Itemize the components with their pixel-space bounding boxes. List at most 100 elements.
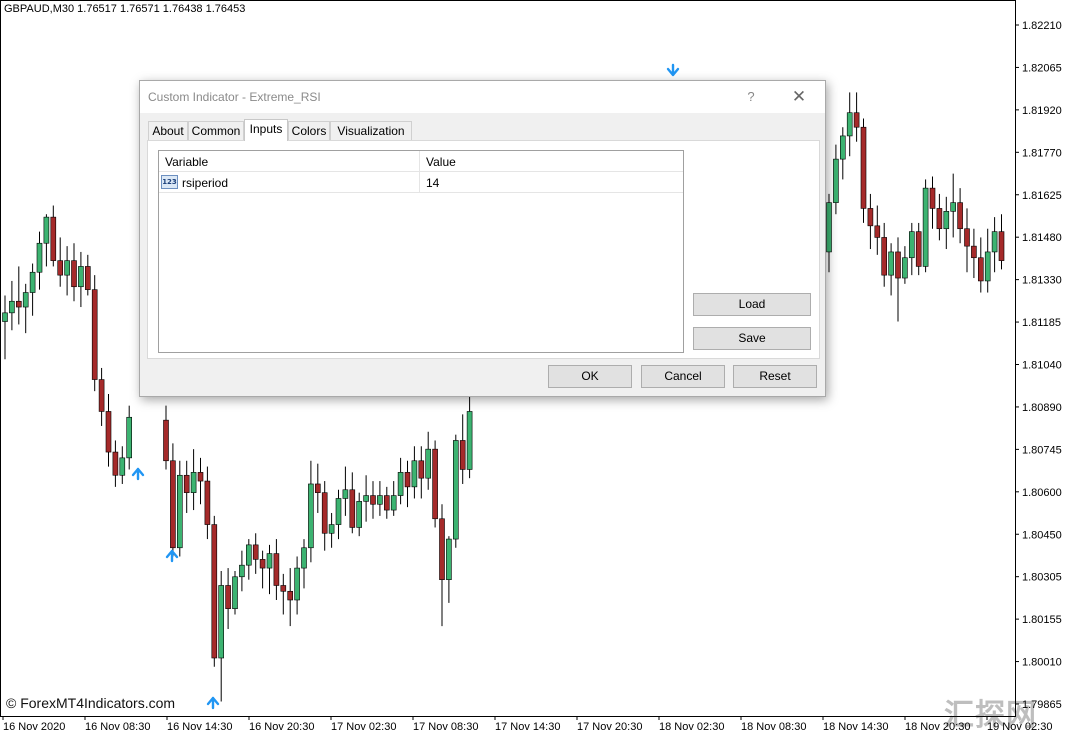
column-header-variable[interactable]: Variable (165, 155, 208, 169)
inputs-grid[interactable]: Variable Value 123 rsiperiod 14 (158, 150, 684, 353)
row-variable-name: rsiperiod (182, 176, 229, 190)
candle-body (459, 440, 466, 470)
candle-body (404, 472, 411, 488)
grid-header: Variable Value (159, 151, 683, 172)
buy-arrow-icon (165, 549, 179, 563)
candle-body (957, 202, 963, 230)
candle-body (383, 495, 390, 511)
price-axis-label: 1.81480 (1022, 232, 1062, 244)
candle-body (294, 567, 300, 601)
candle-body (853, 112, 860, 128)
candle-body (418, 460, 425, 479)
candle-body (252, 544, 259, 560)
candle-body (119, 457, 126, 476)
candle-body (225, 585, 231, 609)
candle-body (321, 492, 328, 534)
candle-body (308, 483, 314, 549)
buy-arrow-icon (206, 696, 220, 710)
time-axis-label: 18 Nov 02:30 (659, 721, 724, 733)
candle-body (826, 202, 832, 253)
candle-body (984, 251, 991, 282)
candle-body (432, 448, 438, 520)
candle-body (908, 231, 915, 259)
candle-body (867, 208, 874, 227)
candle-body (2, 312, 8, 322)
candle-body (936, 208, 943, 230)
cancel-button[interactable]: Cancel (641, 365, 725, 388)
price-axis-label: 1.80600 (1022, 487, 1062, 499)
price-axis-label: 1.81920 (1022, 105, 1062, 117)
candle-body (29, 271, 36, 293)
candle-body (190, 472, 197, 493)
candle-body (943, 211, 950, 230)
table-row[interactable]: 123 rsiperiod 14 (159, 172, 683, 193)
candle-body (98, 379, 105, 412)
price-axis-label: 1.80450 (1022, 529, 1062, 541)
price-axis-label: 1.82065 (1022, 62, 1062, 74)
price-axis-label: 1.81625 (1022, 190, 1062, 202)
price-axis-label: 1.81770 (1022, 147, 1062, 159)
candle-body (370, 495, 376, 505)
ok-button[interactable]: OK (548, 365, 632, 388)
price-axis-label: 1.80305 (1022, 572, 1062, 584)
reset-button[interactable]: Reset (733, 365, 817, 388)
candle-body (881, 237, 888, 276)
candle-body (314, 483, 321, 493)
candle-body (363, 495, 369, 502)
candle-body (860, 126, 867, 209)
candle-body (287, 590, 294, 601)
buy-arrow-icon (131, 467, 145, 481)
candle-body (922, 187, 929, 267)
time-axis-label: 16 Nov 14:30 (167, 721, 232, 733)
candle-body (342, 489, 349, 499)
candle-body (36, 242, 43, 273)
candle-body (170, 460, 176, 549)
candle-body (78, 266, 84, 288)
tab-about[interactable]: About (148, 121, 188, 141)
tab-visualization[interactable]: Visualization (330, 121, 412, 141)
candle-body (71, 260, 77, 288)
candle-body (929, 187, 936, 209)
sell-arrow-icon (666, 63, 680, 77)
tab-common[interactable]: Common (188, 121, 244, 141)
tab-inputs[interactable]: Inputs (244, 119, 288, 141)
candle-body (197, 472, 204, 482)
candle-body (874, 225, 881, 238)
tab-colors[interactable]: Colors (288, 121, 330, 141)
candle-body (411, 460, 418, 488)
candle-body (971, 245, 977, 259)
candle-body (466, 411, 473, 470)
candle-body (349, 489, 356, 528)
candle-body (91, 289, 98, 380)
candle-body (126, 416, 132, 459)
column-header-value[interactable]: Value (426, 155, 456, 169)
candle-body (977, 257, 984, 282)
candle-body (950, 202, 957, 212)
custom-indicator-dialog: Custom Indicator - Extreme_RSI ? ✕ About… (139, 80, 826, 397)
candle-body (335, 498, 342, 525)
candle-body (64, 260, 70, 276)
chart-symbol-header: GBPAUD,M30 1.76517 1.76571 1.76438 1.764… (4, 3, 246, 15)
corner-watermark-logo: 汇探网 (944, 698, 1037, 733)
candle-body (895, 251, 901, 279)
candle-body (183, 474, 190, 493)
candle-body (397, 472, 404, 496)
row-value-field[interactable]: 14 (426, 176, 439, 190)
dialog-titlebar[interactable]: Custom Indicator - Extreme_RSI ? ✕ (140, 81, 825, 113)
price-axis-label: 1.80010 (1022, 657, 1062, 669)
save-button[interactable]: Save (693, 327, 811, 350)
candle-body (839, 135, 846, 160)
candle-body (57, 260, 64, 276)
help-button[interactable]: ? (740, 87, 762, 107)
candle-body (846, 112, 853, 137)
candle-body (50, 216, 57, 261)
candle-body (9, 300, 15, 314)
price-axis-label: 1.81330 (1022, 275, 1062, 287)
candle-body (301, 547, 307, 569)
candle-body (915, 231, 922, 267)
price-axis-label: 1.80890 (1022, 402, 1062, 414)
candle-body (232, 576, 238, 609)
candle-body (425, 448, 432, 479)
close-button[interactable]: ✕ (788, 87, 810, 107)
load-button[interactable]: Load (693, 293, 811, 316)
